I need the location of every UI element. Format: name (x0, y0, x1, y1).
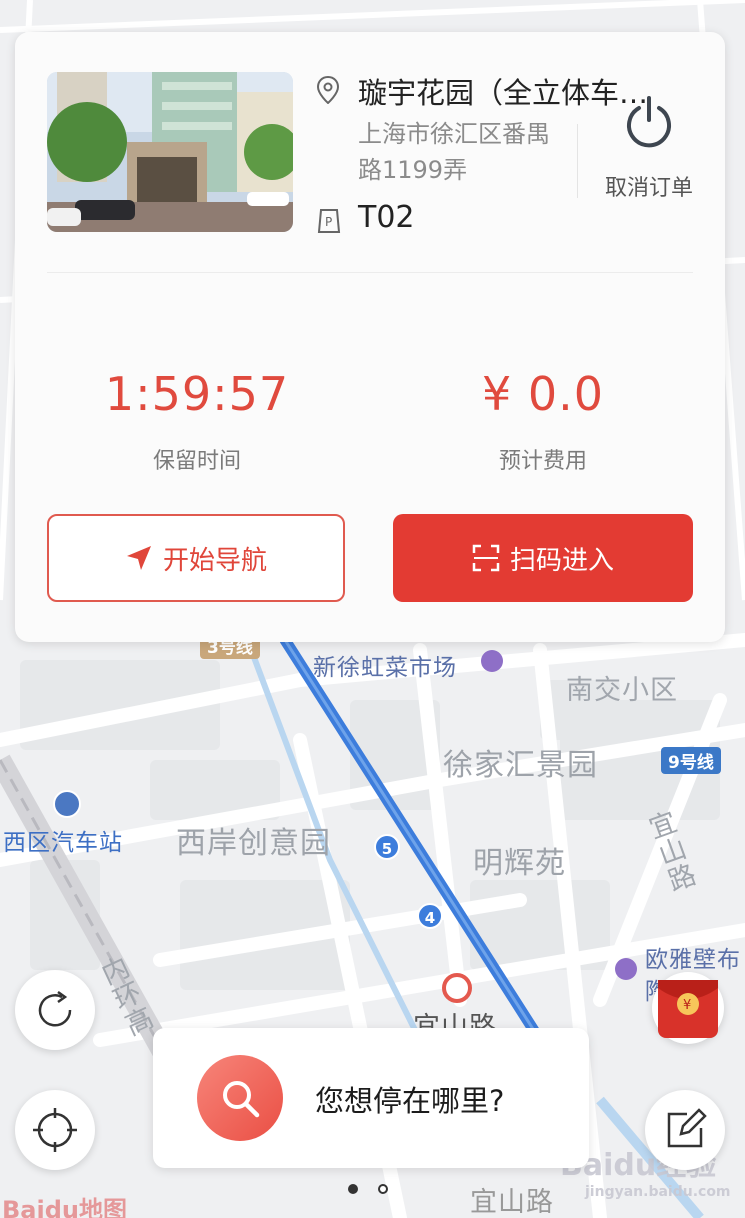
red-packet-icon: ¥ (658, 980, 718, 1038)
metro-line-9-badge: 9号线 (661, 747, 721, 774)
red-packet-button[interactable]: ¥ (652, 972, 724, 1044)
search-button[interactable] (197, 1055, 283, 1141)
refresh-button[interactable] (15, 970, 95, 1050)
search-prompt[interactable]: 您想停在哪里? (315, 1078, 504, 1120)
map-label-nanjiao[interactable]: 南交小区 (566, 668, 678, 707)
timer-value: 1:59:57 (104, 367, 290, 421)
crosshair-icon (33, 1108, 77, 1152)
baidu-map-logo: Baidu地图 (2, 1196, 127, 1218)
navigation-arrow-icon (126, 546, 151, 570)
power-icon (627, 96, 671, 148)
map-label-ouya[interactable]: 欧雅壁布 (645, 940, 741, 974)
cancel-order-label: 取消订单 (604, 176, 693, 201)
page-dot-active[interactable] (348, 1184, 358, 1194)
route-step-marker: 4 (417, 903, 443, 929)
fee-label: 预计费用 (498, 449, 587, 474)
cancel-order-button[interactable]: 取消订单 (597, 94, 701, 210)
locate-me-button[interactable] (15, 1090, 95, 1170)
feedback-edit-button[interactable] (645, 1090, 725, 1170)
parking-search-box[interactable]: 您想停在哪里? (153, 1028, 589, 1168)
start-navigation-label: 开始导航 (162, 545, 267, 576)
page-indicator (348, 1184, 388, 1194)
divider (577, 124, 578, 198)
parking-space-id: T02 (358, 200, 415, 235)
location-pin-icon (317, 76, 339, 104)
page-dot[interactable] (378, 1184, 388, 1194)
baidu-jingyan-url: jingyan.baidu.com (585, 1184, 731, 1200)
map-label-xujiahui-jingyuan[interactable]: 徐家汇景园 (443, 740, 598, 784)
map-label-market[interactable]: 新徐虹菜市场 (313, 648, 457, 682)
fee-value: ¥ 0.0 (481, 367, 605, 421)
map-label-yishan-bottom: 宜山路 (470, 1187, 554, 1218)
edit-icon (667, 1108, 707, 1148)
svg-text:¥: ¥ (683, 998, 691, 1013)
parking-space-icon: P (317, 209, 341, 233)
route-step-marker: 5 (374, 834, 400, 860)
parking-lot-photo (47, 72, 293, 232)
shopping-bag-icon (481, 650, 503, 672)
estimated-fee: ¥ 0.0 预计费用 (393, 367, 693, 475)
divider (47, 272, 693, 273)
scan-to-enter-button[interactable]: 扫码进入 (393, 514, 693, 602)
scan-to-enter-label: 扫码进入 (509, 545, 614, 576)
reservation-timer: 1:59:57 保留时间 (47, 367, 347, 475)
shopping-bag-icon (615, 958, 637, 980)
search-icon (223, 1081, 260, 1118)
map-label-xian-chuangyi[interactable]: 西岸创意园 (176, 818, 331, 862)
parking-lot-address: 上海市徐汇区番禺路1199弄 (358, 120, 550, 184)
metro-station-icon (442, 973, 472, 1003)
scan-icon (472, 544, 500, 572)
refresh-icon (38, 990, 72, 1027)
parking-order-card: 璇宇花园（全立体车… 上海市徐汇区番禺路1199弄 P T02 取消订单 1:5… (15, 32, 725, 642)
svg-text:P: P (325, 215, 332, 229)
bus-station-icon (53, 790, 81, 818)
map-label-bus-station[interactable]: 西区汽车站 (3, 823, 123, 857)
start-navigation-button[interactable]: 开始导航 (47, 514, 345, 602)
map-label-minghui[interactable]: 明辉苑 (473, 838, 566, 882)
timer-label: 保留时间 (152, 449, 241, 474)
